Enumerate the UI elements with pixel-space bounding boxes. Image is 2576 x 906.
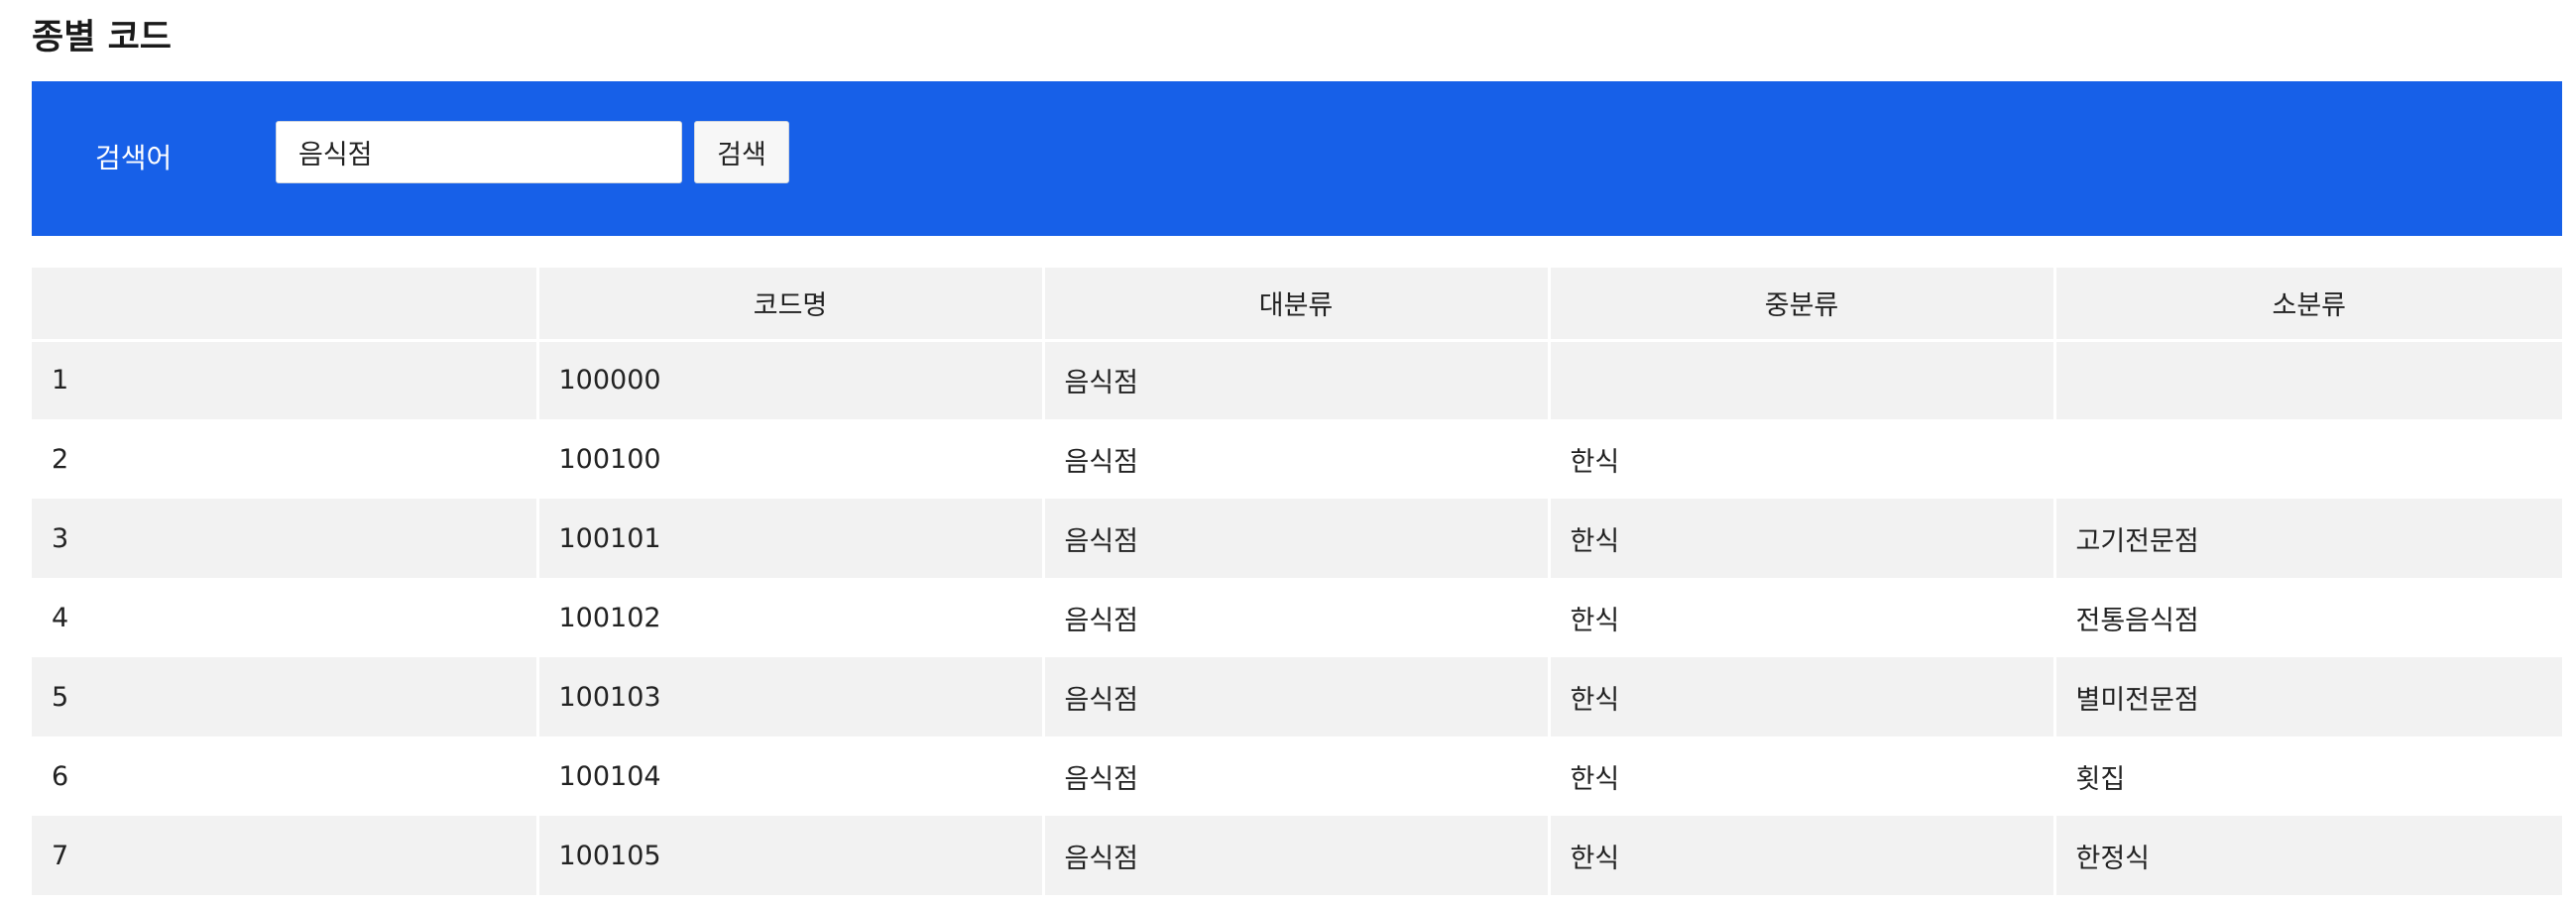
row-middle-category: [1547, 340, 2054, 419]
row-major-category: 음식점: [1041, 657, 1549, 736]
row-major-category: 음식점: [1041, 499, 1549, 578]
row-major-category: 음식점: [1041, 736, 1549, 816]
table-row[interactable]: 7 100105 음식점 한식 한정식: [32, 816, 2562, 895]
row-major-category: 음식점: [1041, 340, 1549, 419]
row-code: 100103: [535, 657, 1043, 736]
header-index: [32, 268, 537, 342]
row-middle-category: 한식: [1547, 816, 2054, 895]
row-index: 4: [32, 578, 537, 657]
row-minor-category: [2052, 340, 2562, 419]
row-minor-category: 횟집: [2052, 736, 2562, 816]
row-index: 6: [32, 736, 537, 816]
row-index: 1: [32, 340, 537, 419]
row-middle-category: 한식: [1547, 736, 2054, 816]
row-minor-category: 한정식: [2052, 816, 2562, 895]
search-panel: 검색어 검색: [32, 81, 2562, 236]
search-label: 검색어: [95, 142, 173, 174]
header-middle-category[interactable]: 중분류: [1547, 268, 2054, 342]
header-minor-category[interactable]: 소분류: [2052, 268, 2562, 342]
table-row[interactable]: 1 100000 음식점: [32, 340, 2562, 419]
row-index: 5: [32, 657, 537, 736]
row-major-category: 음식점: [1041, 419, 1549, 499]
table-row[interactable]: 3 100101 음식점 한식 고기전문점: [32, 499, 2562, 578]
table-row[interactable]: 6 100104 음식점 한식 횟집: [32, 736, 2562, 816]
row-code: 100105: [535, 816, 1043, 895]
row-minor-category: [2052, 419, 2562, 499]
row-code: 100102: [535, 578, 1043, 657]
row-major-category: 음식점: [1041, 578, 1549, 657]
row-code: 100100: [535, 419, 1043, 499]
table-row[interactable]: 4 100102 음식점 한식 전통음식점: [32, 578, 2562, 657]
search-button[interactable]: 검색: [694, 121, 789, 183]
page-title: 종별 코드: [32, 18, 172, 57]
row-minor-category: 별미전문점: [2052, 657, 2562, 736]
row-index: 7: [32, 816, 537, 895]
row-code: 100000: [535, 340, 1043, 419]
row-middle-category: 한식: [1547, 578, 2054, 657]
header-major-category[interactable]: 대분류: [1041, 268, 1549, 342]
search-input[interactable]: [276, 121, 682, 183]
table-row[interactable]: 2 100100 음식점 한식: [32, 419, 2562, 499]
row-code: 100104: [535, 736, 1043, 816]
row-middle-category: 한식: [1547, 499, 2054, 578]
row-minor-category: 전통음식점: [2052, 578, 2562, 657]
table-row[interactable]: 5 100103 음식점 한식 별미전문점: [32, 657, 2562, 736]
table-header-row: 코드명 대분류 중분류 소분류: [32, 268, 2562, 342]
header-code-name[interactable]: 코드명: [535, 268, 1043, 342]
row-major-category: 음식점: [1041, 816, 1549, 895]
row-minor-category: 고기전문점: [2052, 499, 2562, 578]
row-index: 2: [32, 419, 537, 499]
row-middle-category: 한식: [1547, 419, 2054, 499]
row-middle-category: 한식: [1547, 657, 2054, 736]
code-table: 코드명 대분류 중분류 소분류 1 100000 음식점 2 100100 음식…: [32, 268, 2562, 895]
row-code: 100101: [535, 499, 1043, 578]
row-index: 3: [32, 499, 537, 578]
